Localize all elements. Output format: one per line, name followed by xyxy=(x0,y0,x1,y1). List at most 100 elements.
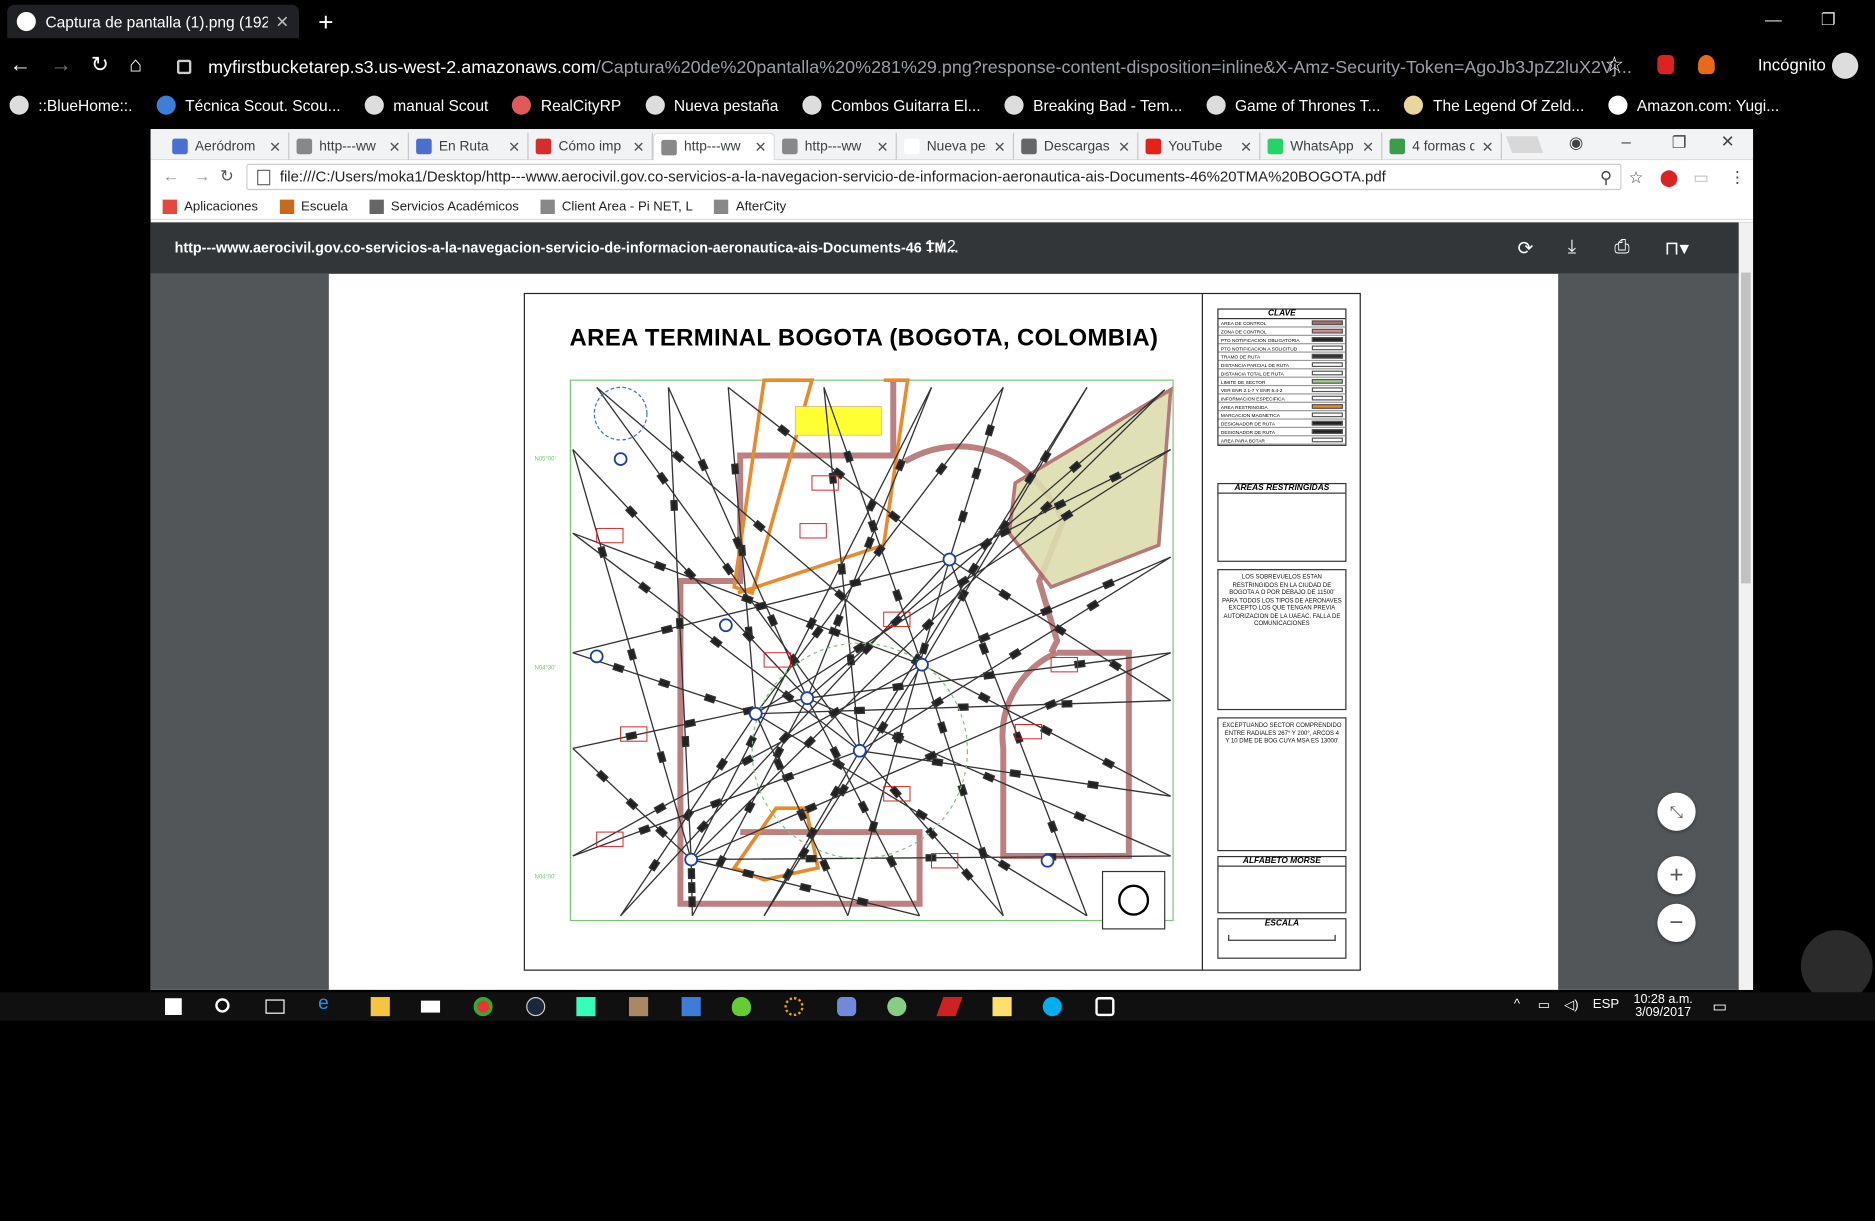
app-icon[interactable] xyxy=(936,997,963,1017)
outer-bookmark[interactable]: Amazon.com: Yugi... xyxy=(1608,95,1779,115)
fit-page-button[interactable]: ⤡ xyxy=(1657,792,1696,831)
zoom-out-button[interactable]: − xyxy=(1657,903,1696,943)
back-icon[interactable]: ← xyxy=(163,166,180,185)
tab-close-icon[interactable]: ✕ xyxy=(508,138,520,155)
forward-icon[interactable]: → xyxy=(50,53,72,78)
skype-icon[interactable] xyxy=(1042,997,1062,1017)
inner-bookmark[interactable]: Aplicaciones xyxy=(162,199,258,214)
outer-bookmark[interactable]: Game of Thrones T... xyxy=(1206,95,1380,115)
outer-bookmark[interactable]: The Legend Of Zeld... xyxy=(1404,95,1584,115)
language-indicator[interactable]: ESP xyxy=(1593,997,1619,1011)
tab-close-icon[interactable]: ✕ xyxy=(269,138,281,155)
network-icon[interactable]: ▭ xyxy=(1538,997,1550,1012)
app-icon[interactable] xyxy=(887,997,907,1017)
outer-tab-active[interactable]: Captura de pantalla (1).png (192 ✕ xyxy=(7,4,299,39)
bookmark-menu-icon[interactable]: ⊓▾ xyxy=(1665,237,1690,261)
pdf-viewport[interactable]: AREA TERMINAL BOGOTA (BOGOTA, COLOMBIA) xyxy=(150,273,1739,990)
download-icon[interactable]: ⤓ xyxy=(1568,237,1576,259)
notifications-icon[interactable]: ▭ xyxy=(1712,997,1727,1016)
bookmark-star-icon[interactable]: ☆ xyxy=(1605,53,1624,78)
inner-tab[interactable]: Descargas ✕ xyxy=(1014,132,1139,161)
app-icon[interactable] xyxy=(1095,997,1115,1017)
app-icon[interactable] xyxy=(576,997,596,1017)
app-icon[interactable] xyxy=(681,997,701,1017)
search-icon[interactable] xyxy=(215,998,230,1013)
outer-bookmark[interactable]: ::BlueHome::. xyxy=(9,95,132,115)
app-icon[interactable] xyxy=(628,997,649,1017)
extension-red-icon[interactable] xyxy=(1657,54,1675,75)
home-icon[interactable]: ⌂ xyxy=(129,53,142,78)
discord-icon[interactable] xyxy=(837,997,857,1017)
outer-bookmark[interactable]: Técnica Scout. Scou... xyxy=(156,95,341,115)
inner-bookmark[interactable]: Escuela xyxy=(279,199,348,214)
outer-bookmark[interactable]: Combos Guitarra El... xyxy=(802,95,981,115)
inner-bookmark[interactable]: AfterCity xyxy=(714,199,786,214)
search-icon[interactable]: ⚲ xyxy=(1600,167,1612,187)
windows-start-icon[interactable] xyxy=(165,998,182,1015)
chrome-icon[interactable] xyxy=(473,997,493,1017)
inner-tab[interactable]: YouTube ✕ xyxy=(1138,132,1261,161)
tab-close-icon[interactable]: ✕ xyxy=(1482,138,1494,155)
minimize-icon[interactable]: – xyxy=(1622,132,1631,151)
pdf-scrollbar[interactable] xyxy=(1738,222,1754,990)
inner-tab[interactable]: Aeródrom ✕ xyxy=(165,132,290,161)
inner-bookmark[interactable]: Client Area - Pi NET, L xyxy=(540,199,693,214)
new-tab-button[interactable] xyxy=(1506,136,1544,154)
inner-address-bar[interactable]: file:///C:/Users/moka1/Desktop/http---ww… xyxy=(246,163,1622,191)
sticky-notes-icon[interactable] xyxy=(992,997,1012,1017)
menu-icon[interactable]: ⋮ xyxy=(1729,167,1746,187)
inner-tab[interactable]: Nueva pestañ ✕ xyxy=(897,132,1015,161)
forward-icon[interactable]: → xyxy=(194,166,211,185)
app-icon[interactable] xyxy=(784,997,804,1017)
steam-icon[interactable] xyxy=(526,997,546,1017)
outer-bookmark[interactable]: Nueva pestaña xyxy=(645,95,778,115)
restore-icon[interactable]: ❐ xyxy=(1672,133,1687,153)
inner-tab[interactable]: http---ww ✕ xyxy=(289,132,409,161)
file-explorer-icon[interactable] xyxy=(370,997,390,1017)
extension-gray-icon[interactable]: ▭ xyxy=(1693,167,1709,187)
back-icon[interactable]: ← xyxy=(10,53,32,78)
inner-tab[interactable]: http---ww ✕ xyxy=(775,132,897,161)
outer-address-bar[interactable]: myfirstbucketarep.s3.us-west-2.amazonaws… xyxy=(176,50,1636,83)
print-icon[interactable]: ⎙ xyxy=(1614,237,1629,259)
tab-close-icon[interactable]: ✕ xyxy=(754,139,766,156)
close-icon[interactable]: ✕ xyxy=(1721,132,1735,152)
extension-flame-icon[interactable] xyxy=(1698,54,1715,75)
reload-icon[interactable]: ↻ xyxy=(220,166,234,186)
inner-bookmark[interactable]: Servicios Académicos xyxy=(369,199,519,214)
app-icon[interactable] xyxy=(731,997,751,1017)
outer-bookmark[interactable]: manual Scout xyxy=(364,95,488,115)
tray-chevron-icon[interactable]: ^ xyxy=(1514,997,1520,1011)
outer-bookmark[interactable]: RealCityRP xyxy=(512,95,621,115)
volume-icon[interactable]: ◁) xyxy=(1564,997,1578,1012)
inner-tab[interactable]: En Ruta ✕ xyxy=(409,132,529,161)
inner-tab[interactable]: Cómo imp ✕ xyxy=(529,132,653,161)
new-tab-icon[interactable]: + xyxy=(318,7,333,38)
minimize-icon[interactable]: — xyxy=(1746,0,1801,38)
bookmark-star-icon[interactable]: ☆ xyxy=(1629,167,1644,187)
restore-icon[interactable]: ❐ xyxy=(1801,0,1856,38)
page-current[interactable]: 1 xyxy=(926,237,935,255)
extension-red-icon[interactable]: ⬤ xyxy=(1660,167,1679,187)
tab-close-icon[interactable]: ✕ xyxy=(1240,138,1252,155)
incognito-icon[interactable] xyxy=(1831,52,1859,79)
tab-close-icon[interactable]: ✕ xyxy=(1362,138,1374,155)
tab-close-icon[interactable]: ✕ xyxy=(1118,138,1130,155)
tab-close-icon[interactable]: ✕ xyxy=(633,138,645,155)
scrollbar-thumb[interactable] xyxy=(1741,272,1751,584)
outer-bookmark[interactable]: Breaking Bad - Tem... xyxy=(1004,95,1182,115)
tab-close-icon[interactable]: ✕ xyxy=(389,138,401,155)
inner-tab[interactable]: WhatsApp ✕ xyxy=(1260,132,1383,161)
rotate-icon[interactable]: ⟳ xyxy=(1517,237,1533,261)
reload-icon[interactable]: ↻ xyxy=(91,53,109,78)
edge-icon[interactable]: e xyxy=(318,993,337,1013)
inner-tab[interactable]: 4 formas d ✕ xyxy=(1382,132,1502,161)
account-icon[interactable]: ◉ xyxy=(1569,133,1584,153)
accessibility-button[interactable] xyxy=(1800,930,1873,1002)
inner-tab[interactable]: http---ww ✕ xyxy=(652,132,775,161)
clock[interactable]: 10:28 a.m. 3/09/2017 xyxy=(1633,993,1692,1019)
zoom-in-button[interactable]: + xyxy=(1657,855,1696,895)
mail-icon[interactable] xyxy=(420,1000,441,1013)
close-icon[interactable]: ✕ xyxy=(275,11,289,31)
task-view-icon[interactable] xyxy=(265,999,285,1014)
